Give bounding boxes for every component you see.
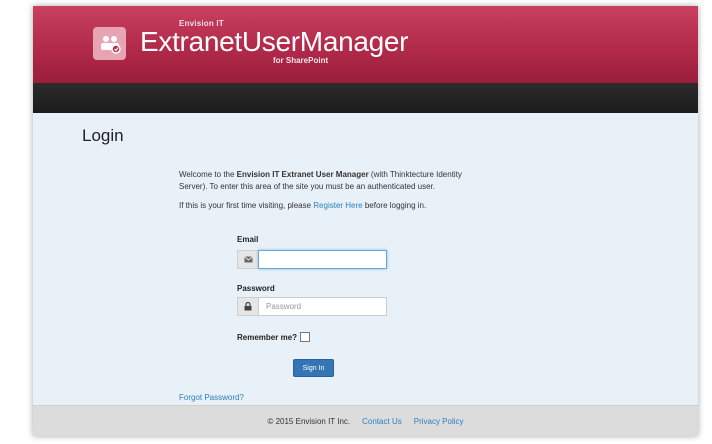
- welcome-text: Welcome to the Envision IT Extranet User…: [179, 169, 479, 193]
- brand-title: ExtranetUserManager: [140, 26, 409, 57]
- first-time-text: If this is your first time visiting, ple…: [179, 201, 426, 210]
- page-footer: © 2015 Envision IT Inc. Contact Us Priva…: [33, 405, 698, 436]
- first-time-prefix: If this is your first time visiting, ple…: [179, 201, 314, 210]
- email-label: Email: [237, 235, 259, 244]
- lock-icon: [237, 297, 258, 316]
- users-icon: [93, 27, 126, 60]
- first-time-suffix: before logging in.: [362, 201, 427, 210]
- sign-in-button[interactable]: Sign In: [293, 359, 334, 377]
- browser-frame: Envision IT ExtranetUserManager for Shar…: [33, 6, 698, 436]
- header-banner: Envision IT ExtranetUserManager for Shar…: [33, 6, 698, 83]
- forgot-password-link[interactable]: Forgot Password?: [179, 393, 244, 402]
- remember-label: Remember me?: [237, 332, 298, 342]
- contact-us-link[interactable]: Contact Us: [362, 417, 402, 426]
- privacy-policy-link[interactable]: Privacy Policy: [414, 417, 464, 426]
- page-title: Login: [82, 126, 124, 145]
- envelope-icon: [237, 250, 258, 269]
- copyright-text: © 2015 Envision IT Inc.: [267, 417, 351, 426]
- remember-checkbox[interactable]: [300, 332, 311, 342]
- register-link[interactable]: Register Here: [313, 201, 362, 210]
- top-navbar: [33, 83, 698, 113]
- password-input[interactable]: [258, 297, 387, 316]
- login-content: Login Welcome to the Envision IT Extrane…: [33, 113, 698, 405]
- email-input[interactable]: [258, 250, 387, 269]
- password-label: Password: [237, 284, 275, 293]
- welcome-bold: Envision IT Extranet User Manager: [236, 170, 369, 179]
- remember-me: Remember me?: [237, 332, 311, 342]
- welcome-prefix: Welcome to the: [179, 170, 237, 179]
- brand-subtitle: for SharePoint: [273, 56, 329, 65]
